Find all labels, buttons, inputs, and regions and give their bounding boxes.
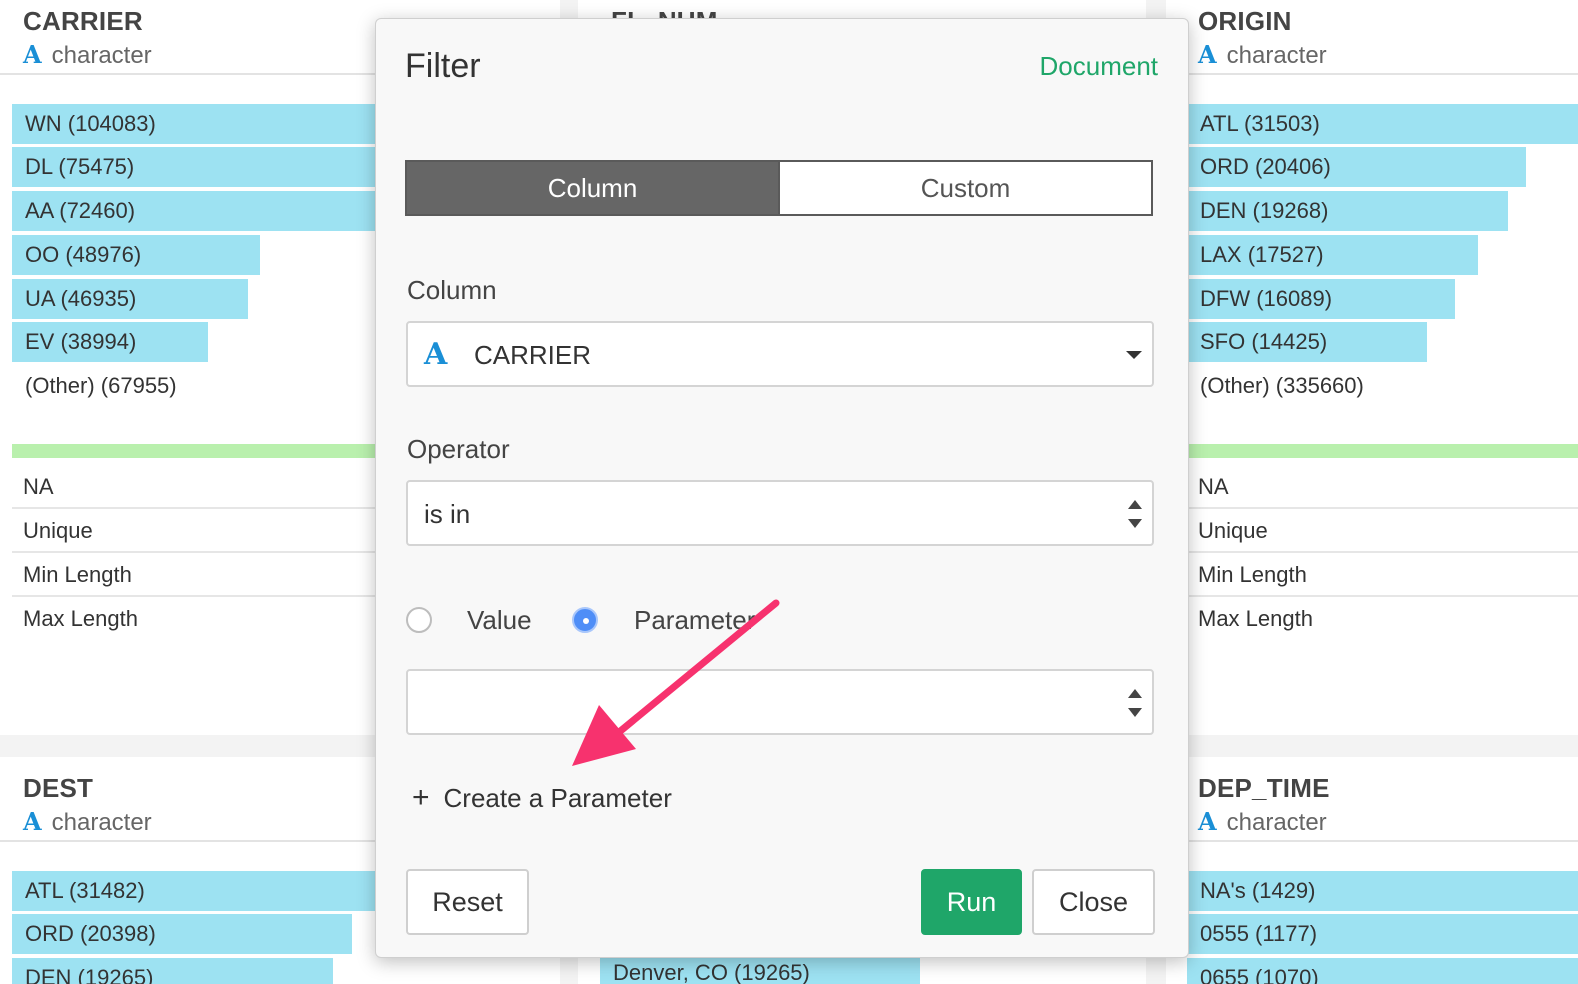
value-bar[interactable]: 0655 (1070) [1187, 958, 1578, 984]
other-values-label: (Other) (67955) [25, 373, 177, 398]
bar-label: OO (48976) [25, 242, 142, 267]
parameter-radio-label[interactable]: Parameter [634, 605, 755, 636]
column-type-label: character [1226, 809, 1327, 836]
parameter-select[interactable] [406, 669, 1154, 735]
close-button[interactable]: Close [1032, 869, 1155, 935]
na-indicator-bar [1187, 444, 1578, 458]
column-select-value: CARRIER [474, 340, 592, 370]
value-bar[interactable]: ORD (20406) [1187, 147, 1578, 187]
bar-label: DFW (16089) [1200, 286, 1333, 311]
column-type: Acharacter [23, 807, 152, 837]
create-parameter-label: Create a Parameter [443, 783, 672, 813]
bar-label: ATL (31482) [25, 878, 145, 903]
value-bar[interactable]: NA's (1429) [1187, 871, 1578, 911]
bar-label: UA (46935) [25, 286, 137, 311]
column-type: Acharacter [23, 40, 152, 70]
value-bar[interactable]: LAX (17527) [1187, 235, 1578, 275]
tab-custom[interactable]: Custom [778, 162, 1151, 214]
stat-label-na: NA [1198, 474, 1229, 499]
stat-label-na: NA [23, 474, 54, 499]
value-bar[interactable]: 0555 (1177) [1187, 914, 1578, 954]
bar-label: ORD (20406) [1200, 154, 1331, 179]
divider [1166, 73, 1578, 75]
divider [1187, 507, 1578, 509]
column-type-label: character [51, 809, 152, 836]
bar-label: DEN (19265) [25, 965, 154, 984]
parameter-radio[interactable] [572, 607, 598, 633]
tab-column[interactable]: Column [407, 162, 778, 214]
filter-dialog: Filter Document Column Custom Column A C… [375, 18, 1189, 958]
stat-label-max-length: Max Length [1198, 606, 1313, 631]
column-title: DEP_TIME [1198, 773, 1330, 803]
bar-label: 0555 (1177) [1200, 921, 1318, 946]
column-title: ORIGIN [1198, 6, 1292, 36]
divider [1187, 595, 1578, 597]
operator-field-label: Operator [407, 434, 510, 464]
value-bar[interactable]: SFO (14425) [1187, 322, 1578, 362]
column-card-origin: ORIGIN Acharacter ATL (31503) ORD (20406… [1166, 0, 1578, 735]
stat-label-min-length: Min Length [23, 562, 132, 587]
chevron-down-icon [1126, 351, 1142, 359]
operator-select[interactable]: is in [406, 480, 1154, 546]
other-values-label: (Other) (335660) [1200, 373, 1364, 398]
bar-label: SFO (14425) [1200, 329, 1328, 354]
operator-select-value: is in [424, 499, 471, 529]
value-bar[interactable]: DFW (16089) [1187, 279, 1578, 319]
document-link[interactable]: Document [1040, 51, 1159, 82]
stat-label-max-length: Max Length [23, 606, 138, 631]
bar-label: DEN (19268) [1200, 198, 1329, 223]
column-select[interactable]: A CARRIER [406, 321, 1154, 387]
value-bar[interactable]: DEN (19268) [1187, 191, 1578, 231]
plus-icon: + [412, 781, 430, 814]
bar-label: AA (72460) [25, 198, 136, 223]
value-radio-label[interactable]: Value [467, 605, 532, 636]
value-bar[interactable]: ATL (31503) [1187, 104, 1578, 144]
dialog-title: Filter [405, 47, 481, 85]
filter-mode-toggle: Column Custom [405, 160, 1153, 216]
column-type: Acharacter [1198, 807, 1327, 837]
stat-label-unique: Unique [1198, 518, 1268, 543]
stat-label-min-length: Min Length [1198, 562, 1307, 587]
column-card-dep-time: DEP_TIME Acharacter NA's (1429) 0555 (11… [1166, 757, 1578, 984]
select-arrows-icon [1128, 500, 1142, 528]
column-title: CARRIER [23, 6, 143, 36]
column-field-label: Column [407, 275, 497, 305]
character-type-icon: A [1198, 40, 1217, 69]
bar-label: DL (75475) [25, 154, 135, 179]
character-type-icon: A [424, 337, 448, 372]
character-type-icon: A [23, 40, 42, 69]
column-type: Acharacter [1198, 40, 1327, 70]
character-type-icon: A [23, 807, 42, 836]
reset-button[interactable]: Reset [406, 869, 529, 935]
bar-label: WN (104083) [25, 111, 156, 136]
bar-label: EV (38994) [25, 329, 137, 354]
column-title: DEST [23, 773, 94, 803]
divider [1166, 840, 1578, 842]
character-type-icon: A [1198, 807, 1217, 836]
column-type-label: character [51, 42, 152, 69]
bar-label: 0655 (1070) [1200, 965, 1319, 984]
create-parameter-link[interactable]: + Create a Parameter [412, 781, 672, 815]
bar-label: NA's (1429) [1200, 878, 1316, 903]
run-button[interactable]: Run [921, 869, 1022, 935]
bar-label: LAX (17527) [1200, 242, 1324, 267]
value-radio[interactable] [406, 607, 432, 633]
bar-label: ORD (20398) [25, 921, 156, 946]
bar-label: ATL (31503) [1200, 111, 1320, 136]
column-type-label: character [1226, 42, 1327, 69]
stat-label-unique: Unique [23, 518, 93, 543]
divider [1187, 551, 1578, 553]
select-arrows-icon [1128, 689, 1142, 717]
value-bar[interactable]: DEN (19265) [12, 958, 560, 984]
